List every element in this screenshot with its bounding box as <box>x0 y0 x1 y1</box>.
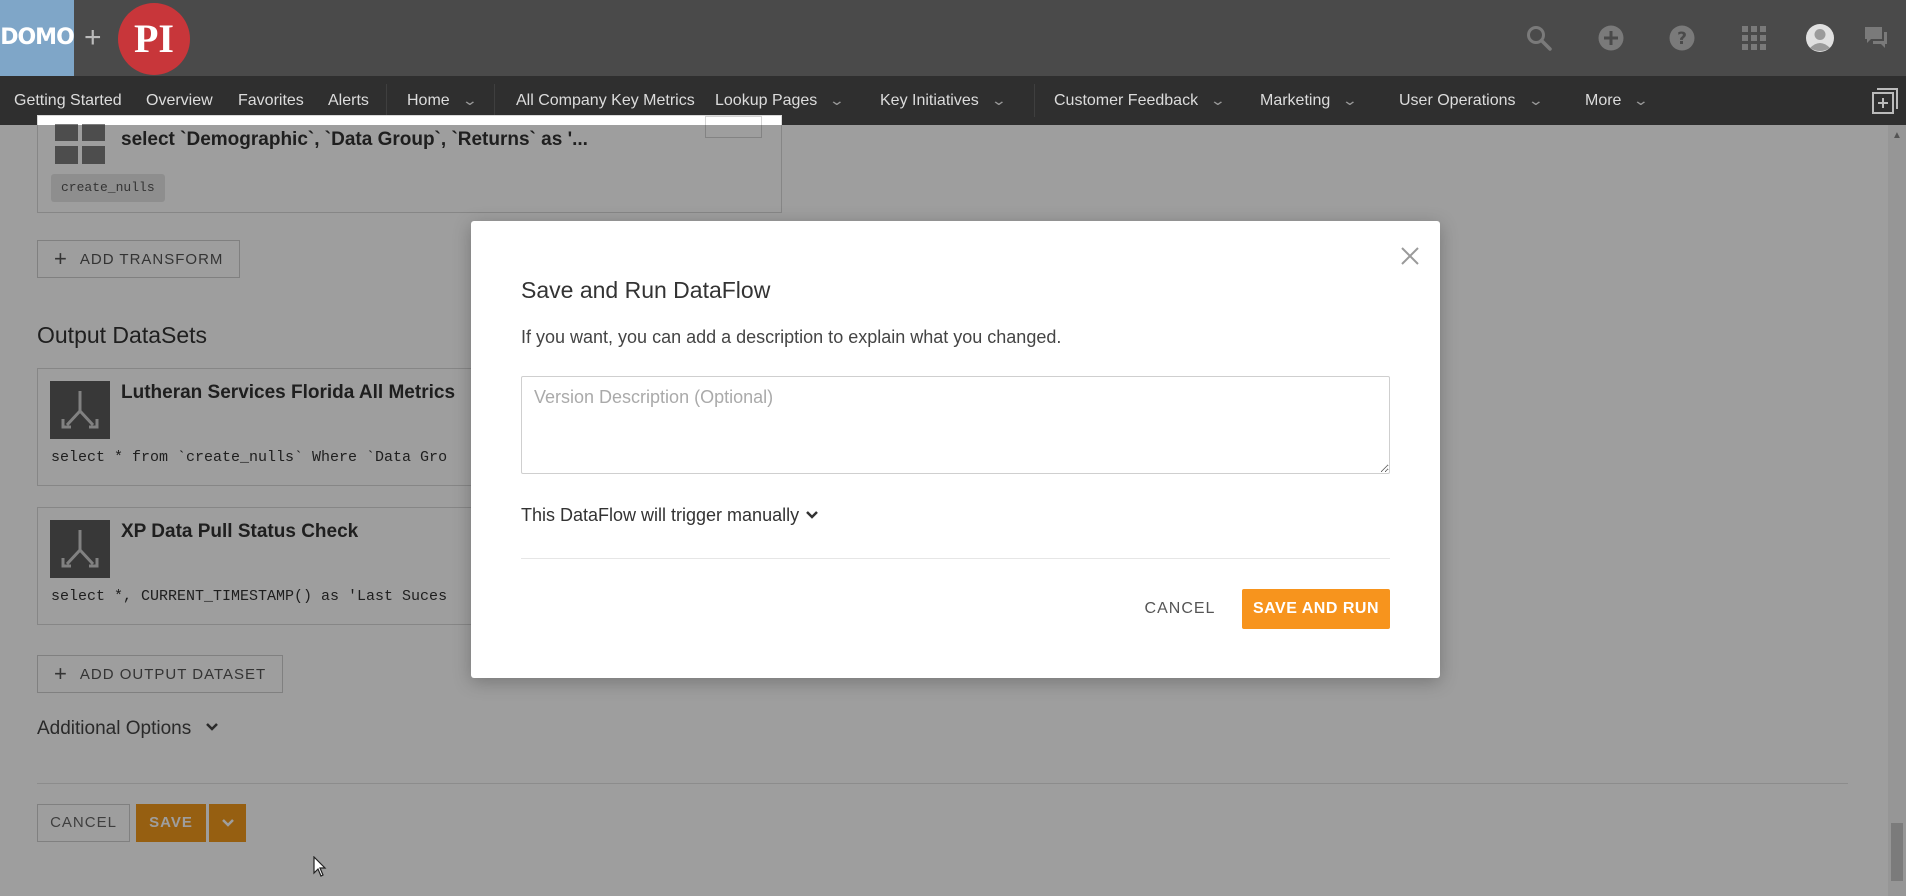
partner-logo: PI <box>118 3 190 75</box>
dialog-title: Save and Run DataFlow <box>521 277 771 303</box>
save-and-run-button[interactable]: SAVE AND RUN <box>1242 589 1390 629</box>
nav-separator <box>386 84 387 117</box>
add-page-icon[interactable] <box>1870 86 1900 116</box>
chevron-down-icon: ⌄ <box>990 92 1007 108</box>
nav-separator <box>1034 84 1035 117</box>
nav-marketing[interactable]: Marketing ⌄ <box>1260 76 1359 125</box>
nav-user-operations[interactable]: User Operations ⌄ <box>1399 76 1544 125</box>
chevron-down-icon: ⌄ <box>1341 92 1359 108</box>
chevron-down-icon <box>806 511 818 519</box>
version-description-input[interactable] <box>521 376 1390 474</box>
add-circle-icon[interactable] <box>1597 24 1625 52</box>
dialog-cancel-button[interactable]: CANCEL <box>1127 589 1233 629</box>
nav-key-initiatives[interactable]: Key Initiatives ⌄ <box>880 76 1007 125</box>
svg-text:?: ? <box>1677 29 1687 49</box>
nav-separator <box>494 84 495 117</box>
domo-logo[interactable]: DOMO <box>0 0 75 76</box>
avatar-icon[interactable] <box>1805 23 1835 53</box>
dialog-description: If you want, you can add a description t… <box>521 327 1062 347</box>
top-bar: DOMO + PI ? <box>0 0 1906 76</box>
mouse-cursor-icon <box>313 855 327 878</box>
close-icon[interactable] <box>1397 243 1423 269</box>
nav-more[interactable]: More ⌄ <box>1585 76 1650 125</box>
nav-customer-feedback[interactable]: Customer Feedback ⌄ <box>1054 76 1227 125</box>
chevron-down-icon: ⌄ <box>1527 92 1544 108</box>
chat-icon[interactable] <box>1862 24 1890 52</box>
chevron-down-icon: ⌄ <box>1209 92 1227 108</box>
trigger-dropdown[interactable]: This DataFlow will trigger manually <box>521 505 819 526</box>
logo-plus: + <box>84 21 102 54</box>
dialog-divider <box>521 558 1390 559</box>
chevron-down-icon: ⌄ <box>828 92 846 108</box>
app-grid-icon[interactable] <box>1740 24 1768 52</box>
search-icon[interactable] <box>1525 24 1553 52</box>
save-and-run-dialog: Save and Run DataFlow If you want, you c… <box>471 221 1440 678</box>
help-icon[interactable]: ? <box>1668 24 1696 52</box>
chevron-down-icon: ⌄ <box>1633 92 1650 108</box>
